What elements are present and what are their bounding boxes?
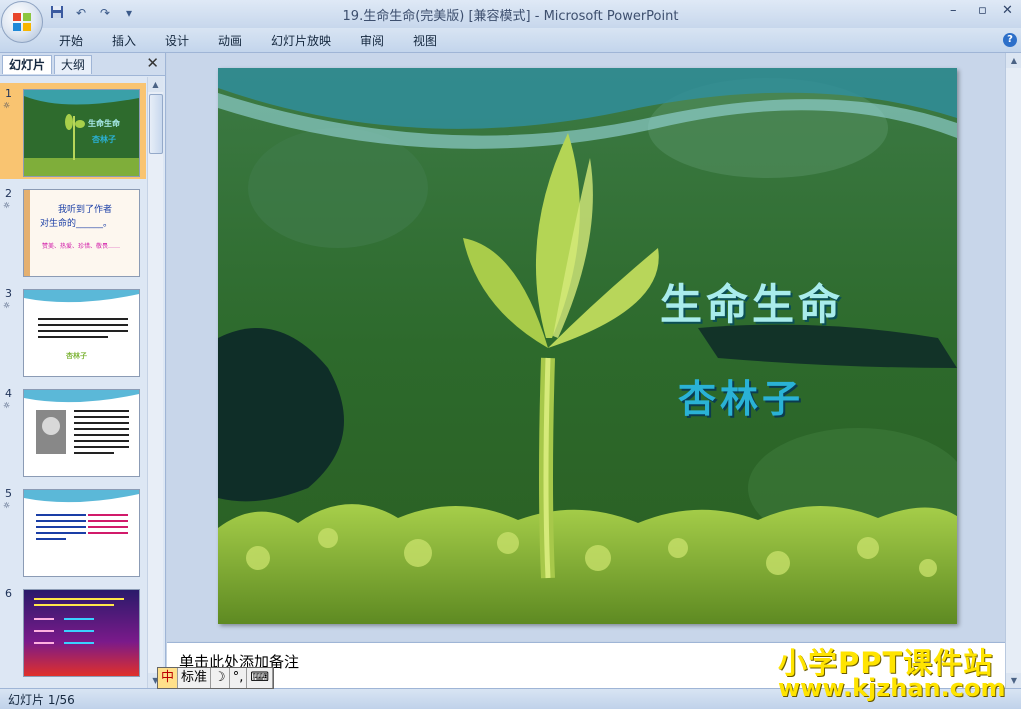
slide-thumbnail-2[interactable]: 2 ☼ 我听到了作者 对生命的______。 赞美、热爱、珍惜、敬畏……	[0, 183, 146, 279]
tab-design[interactable]: 设计	[165, 32, 189, 49]
ime-logo-icon[interactable]: 中	[158, 668, 179, 688]
thumb-line: 对生命的______。	[40, 217, 112, 229]
scroll-down-icon[interactable]: ▼	[1006, 673, 1021, 688]
thumbnail-image	[23, 489, 140, 577]
office-button[interactable]	[1, 1, 43, 43]
thumbnail-image: 生命生命 杏林子	[23, 89, 140, 177]
tab-outline[interactable]: 大纲	[54, 55, 93, 74]
thumb-line: 赞美、热爱、珍惜、敬畏……	[42, 242, 120, 250]
thumb-title: 生命生命	[88, 118, 121, 128]
tab-slideshow[interactable]: 幻灯片放映	[271, 32, 331, 49]
slide-thumbnail-1[interactable]: 1 ☼ 生命生命 杏林子	[0, 83, 146, 179]
office-logo-icon	[13, 13, 31, 31]
animation-icon: ☼	[3, 201, 11, 210]
thumbnail-scrollbar[interactable]: ▲ ▼	[147, 77, 163, 688]
restore-button[interactable]: ▫	[978, 3, 987, 18]
tab-review[interactable]: 审阅	[360, 32, 384, 49]
tab-animation[interactable]: 动画	[218, 32, 242, 49]
punctuation-icon[interactable]: °,	[230, 668, 248, 688]
window-title: 19.生命生命(完美版) [兼容模式] - Microsoft PowerPoi…	[342, 9, 679, 24]
current-slide[interactable]: 生命生命 杏林子	[218, 68, 957, 624]
thumb-number: 4	[5, 387, 12, 400]
title-bar: ↶ ↷ ▾ 19.生命生命(完美版) [兼容模式] - Microsoft Po…	[0, 0, 1021, 28]
thumb-line: 我听到了作者	[58, 203, 112, 215]
slide-thumbnail-5[interactable]: 5 ☼	[0, 483, 146, 579]
ime-mode[interactable]: 标准	[178, 668, 212, 688]
animation-icon: ☼	[3, 301, 11, 310]
ribbon-tabs: 开始 插入 设计 动画 幻灯片放映 审阅 视图 ?	[0, 28, 1021, 53]
tab-view[interactable]: 视图	[413, 32, 437, 49]
thumb-label: 杏林子	[65, 351, 87, 360]
thumb-number: 3	[5, 287, 12, 300]
scroll-thumb[interactable]	[149, 94, 163, 154]
thumb-number: 6	[5, 587, 12, 600]
slide-thumbnail-4[interactable]: 4 ☼	[0, 383, 146, 479]
tab-home[interactable]: 开始	[59, 32, 83, 49]
ime-toolbar: 中 标准 ☽ °, ⌨	[157, 667, 275, 689]
thumbnail-image: 我听到了作者 对生命的______。 赞美、热爱、珍惜、敬畏……	[23, 189, 140, 277]
scroll-up-icon[interactable]: ▲	[1006, 53, 1021, 68]
animation-icon: ☼	[3, 401, 11, 410]
thumb-number: 2	[5, 187, 12, 200]
slide-author[interactable]: 杏林子	[678, 368, 804, 423]
slide-background-image	[218, 68, 957, 624]
thumbnail-list: 1 ☼ 生命生命 杏林子 2 ☼ 我听到了作者 对生命的______。 赞美、热…	[0, 77, 146, 688]
pane-tabs: 幻灯片 大纲 ✕	[0, 53, 165, 76]
pane-close-icon[interactable]: ✕	[146, 54, 159, 72]
thumbnail-image	[23, 589, 140, 677]
thumb-number: 5	[5, 487, 12, 500]
slide-title[interactable]: 生命生命	[660, 271, 844, 332]
keyboard-icon[interactable]: ⌨	[247, 668, 274, 688]
slide-counter: 幻灯片 1/56	[8, 693, 75, 707]
thumb-number: 1	[5, 87, 12, 100]
slide-thumbnail-3[interactable]: 3 ☼ 杏林子	[0, 283, 146, 379]
help-icon[interactable]: ?	[1003, 33, 1017, 47]
watermark-url: www.kjzhan.com	[778, 674, 1006, 702]
tab-slides[interactable]: 幻灯片	[2, 55, 53, 74]
thumbnail-image	[23, 389, 140, 477]
moon-icon[interactable]: ☽	[211, 668, 230, 688]
slide-vertical-scrollbar[interactable]: ▲ ▼	[1005, 53, 1021, 688]
minimize-button[interactable]: –	[950, 3, 957, 18]
tab-insert[interactable]: 插入	[112, 32, 136, 49]
slides-pane: 幻灯片 大纲 ✕ 1 ☼ 生命生命 杏林子 2 ☼ 我听到了作者 对生命的___…	[0, 53, 166, 688]
thumb-author: 杏林子	[91, 134, 116, 144]
slide-thumbnail-6[interactable]: 6	[0, 583, 146, 679]
close-button[interactable]: ✕	[1002, 3, 1013, 18]
scroll-up-icon[interactable]: ▲	[148, 77, 163, 92]
animation-icon: ☼	[3, 101, 11, 110]
animation-icon: ☼	[3, 501, 11, 510]
thumbnail-image: 杏林子	[23, 289, 140, 377]
